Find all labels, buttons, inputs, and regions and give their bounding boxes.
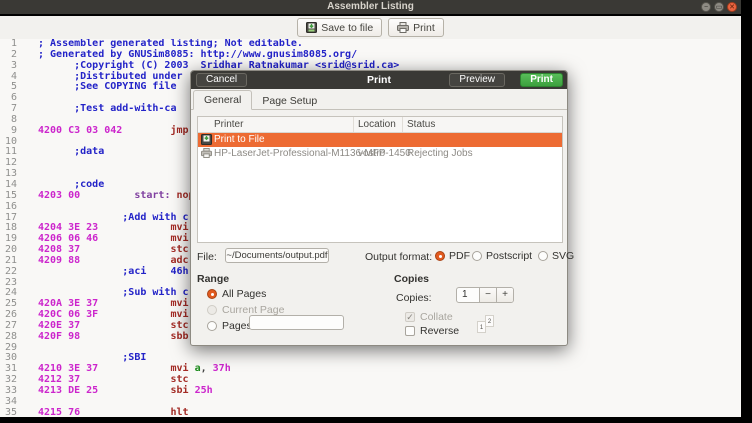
collate-page-2: 2	[485, 315, 494, 327]
collate-option: ✓ Collate	[405, 311, 453, 323]
save-to-file-label: Save to file	[321, 21, 374, 34]
radio-icon[interactable]	[207, 305, 217, 315]
print-to-file-icon	[201, 134, 212, 148]
line-number: 3	[10, 59, 17, 71]
file-row: File: ~/Documents/output.pdf Output form…	[197, 248, 574, 264]
radio-icon[interactable]	[207, 289, 217, 299]
window-title: Assembler Listing	[327, 1, 414, 12]
close-icon[interactable]: ✕	[727, 2, 737, 12]
collate-checkbox[interactable]: ✓	[405, 312, 415, 322]
minimize-icon[interactable]: −	[701, 2, 711, 12]
screen: Assembler Listing − ▭ ✕ Save to file Pri…	[0, 0, 752, 423]
range-option-label: All Pages	[222, 288, 267, 300]
format-option-pdf[interactable]: PDF	[435, 250, 470, 262]
radio-icon[interactable]	[472, 251, 482, 261]
printer-list[interactable]: Printer Location Status Print to File HP-…	[197, 116, 563, 243]
format-option-svg[interactable]: SVG	[538, 250, 574, 262]
print-button[interactable]: Print	[520, 73, 563, 87]
toolbar: Save to file Print	[0, 16, 741, 39]
copies-increment-button[interactable]: +	[496, 288, 513, 302]
radio-icon[interactable]	[538, 251, 548, 261]
pages-input[interactable]	[249, 315, 344, 330]
reverse-option: Reverse	[405, 325, 459, 337]
radio-icon[interactable]	[207, 321, 217, 331]
titlebar[interactable]: Assembler Listing − ▭ ✕	[0, 0, 741, 14]
radio-icon[interactable]	[435, 251, 445, 261]
column-status[interactable]: Status	[407, 119, 435, 130]
range-option-pages[interactable]: Pages:	[207, 320, 255, 332]
file-label: File:	[197, 251, 217, 263]
dialog-tabbar: General Page Setup	[191, 89, 567, 110]
collate-page-1: 1	[477, 321, 486, 333]
preview-button[interactable]: Preview	[449, 73, 505, 87]
format-option-postscript[interactable]: Postscript	[472, 250, 532, 262]
line-number: 35	[4, 406, 17, 417]
reverse-checkbox[interactable]	[405, 326, 415, 336]
output-format-label: Output format:	[365, 251, 433, 263]
print-dialog: Cancel Print Preview Print General Page …	[190, 70, 574, 346]
column-separator	[402, 117, 403, 132]
save-to-file-button[interactable]: Save to file	[297, 18, 383, 37]
file-chooser-button[interactable]: ~/Documents/output.pdf	[225, 248, 329, 263]
window-controls: − ▭ ✕	[701, 2, 737, 12]
print-dialog-title: Print	[367, 74, 391, 86]
line-number: 9	[10, 124, 17, 136]
copies-value[interactable]: 1	[457, 288, 479, 302]
format-label: Postscript	[486, 250, 533, 262]
tab-general[interactable]: General	[193, 90, 253, 110]
printer-row[interactable]: HP-LaserJet-Professional-M1136-MFP vostro…	[198, 147, 562, 161]
column-location[interactable]: Location	[358, 119, 396, 130]
line-number: 22	[4, 265, 17, 277]
collate-preview-icon: 2 1	[477, 315, 497, 335]
printer-rows: Print to File HP-LaserJet-Professional-M1…	[198, 133, 562, 161]
format-label: SVG	[552, 250, 575, 262]
code-line: 35 4215 76 hlt	[0, 406, 741, 417]
printer-location: vostro-1450	[358, 148, 411, 159]
code-line: 33 4213 DE 25 sbi 25h	[0, 385, 741, 397]
copies-spinbox: 1 − +	[456, 287, 514, 303]
line-number: 28	[4, 330, 17, 342]
print-toolbar-label: Print	[413, 21, 435, 34]
column-separator	[353, 117, 354, 132]
printer-status: Rejecting Jobs	[407, 148, 473, 159]
column-printer[interactable]: Printer	[214, 119, 243, 130]
copies-header: Copies	[394, 273, 430, 285]
printer-icon	[201, 148, 212, 161]
tab-page-setup[interactable]: Page Setup	[252, 92, 327, 110]
print-toolbar-button[interactable]: Print	[388, 18, 444, 37]
printer-icon	[397, 22, 410, 33]
range-option-all-pages[interactable]: All Pages	[207, 288, 266, 300]
reverse-label: Reverse	[420, 325, 460, 337]
copies-decrement-button[interactable]: −	[479, 288, 496, 302]
printer-list-header: Printer Location Status	[198, 117, 562, 133]
print-dialog-header: Cancel Print Preview Print	[191, 71, 567, 89]
save-icon	[306, 22, 318, 33]
maximize-icon[interactable]: ▭	[714, 2, 724, 12]
printer-row[interactable]: Print to File	[198, 133, 562, 147]
collate-label: Collate	[420, 311, 453, 323]
copies-label: Copies:	[396, 292, 432, 304]
printer-name: Print to File	[214, 134, 265, 145]
format-label: PDF	[449, 250, 470, 262]
line-number: 16	[4, 200, 17, 212]
range-header: Range	[197, 273, 230, 285]
